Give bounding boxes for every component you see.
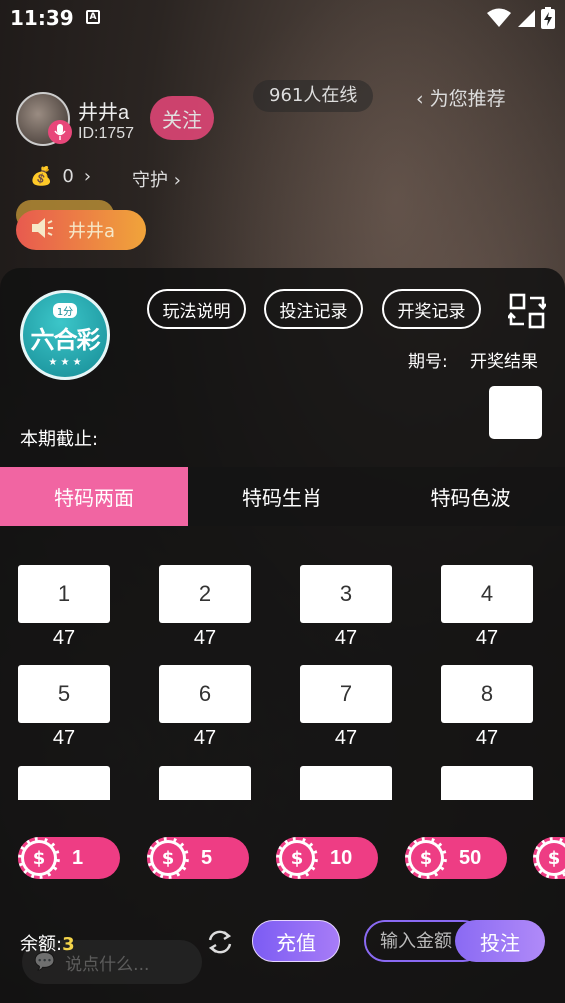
notification-icon: A [86, 10, 100, 24]
chip-value: 1 [72, 846, 84, 869]
bet-history-button[interactable]: 投注记录 [264, 289, 363, 329]
number-cell[interactable]: 3 47 [300, 565, 392, 650]
number-box[interactable]: 8 [441, 665, 533, 723]
chevron-right-icon: › [173, 170, 181, 191]
rules-button[interactable]: 玩法说明 [147, 289, 246, 329]
number-box[interactable]: 9 [18, 766, 110, 800]
balance-label: 余额: [20, 934, 63, 955]
deadline-label: 本期截止: [20, 429, 99, 450]
tab-special-color-wave[interactable]: 特码色波 [376, 467, 565, 526]
odds-label: 47 [475, 727, 499, 749]
switch-icon[interactable] [508, 292, 546, 330]
speaker-icon [30, 217, 58, 244]
guard-button[interactable]: 守护 › [132, 166, 181, 192]
number-box[interactable]: 3 [300, 565, 392, 623]
number-cell[interactable]: 4 47 [441, 565, 533, 650]
chip-1[interactable]: $ 1 [18, 837, 120, 879]
number-box[interactable]: 1 [18, 565, 110, 623]
online-count: 961人在线 [253, 80, 374, 112]
status-bar: 11:39 A [0, 0, 565, 36]
result-label: 开奖结果 [470, 352, 538, 372]
draw-history-button[interactable]: 开奖记录 [382, 289, 481, 329]
recharge-button[interactable]: 充值 [252, 920, 340, 962]
mic-icon [48, 120, 72, 144]
number-cell[interactable]: 2 47 [159, 565, 251, 650]
logo-badge: 1分 [52, 302, 78, 318]
speaker-pill[interactable]: 井井a [16, 210, 146, 250]
bet-bar: 余额:3 充值 投注 [0, 918, 565, 968]
lottery-logo: 1分 六合彩 ★ ★ ★ [20, 290, 110, 380]
chip-value: 50 [459, 846, 482, 869]
number-cell[interactable]: 12 [441, 766, 533, 800]
number-box[interactable]: 5 [18, 665, 110, 723]
follow-button[interactable]: 关注 [150, 96, 214, 140]
odds-label: 47 [52, 627, 76, 649]
result-box [489, 386, 542, 439]
host-id: ID:1757 [78, 124, 135, 142]
chip-value: 10 [330, 846, 353, 869]
number-box[interactable]: 12 [441, 766, 533, 800]
chevron-left-icon: ‹ [416, 88, 430, 110]
number-box[interactable]: 7 [300, 665, 392, 723]
chip-5[interactable]: $ 5 [147, 837, 249, 879]
host-name: 井井a [78, 101, 130, 124]
chevron-right-icon: › [83, 166, 92, 187]
chip-50[interactable]: $ 50 [405, 837, 507, 879]
battery-icon [541, 7, 555, 29]
bet-type-tabs: 特码两面 特码生肖 特码色波 [0, 467, 565, 526]
refresh-icon[interactable] [206, 928, 234, 956]
number-cell[interactable]: 5 47 [18, 665, 110, 750]
number-cell[interactable]: 8 47 [441, 665, 533, 750]
bet-button[interactable]: 投注 [455, 920, 545, 962]
recommend-label: 为您推荐 [429, 88, 506, 110]
status-icons [487, 7, 555, 29]
coin-icon: $ [405, 837, 447, 879]
guard-label: 守护 [132, 170, 168, 191]
recommend-button[interactable]: ‹ 为您推荐 [416, 84, 506, 111]
balance: 余额:3 [20, 930, 75, 956]
number-box[interactable]: 4 [441, 565, 533, 623]
signal-icon [518, 10, 535, 27]
odds-label: 47 [475, 627, 499, 649]
number-cell[interactable]: 10 [159, 766, 251, 800]
host-avatar[interactable] [16, 92, 72, 146]
odds-label: 47 [193, 727, 217, 749]
issue-label: 期号: [408, 352, 448, 372]
coin-count: 0 [62, 166, 74, 187]
number-box[interactable]: 10 [159, 766, 251, 800]
host-info[interactable]: 井井a ID:1757 [16, 92, 134, 146]
number-box[interactable]: 6 [159, 665, 251, 723]
number-box[interactable]: 11 [300, 766, 392, 800]
number-cell[interactable]: 7 47 [300, 665, 392, 750]
number-cell[interactable]: 6 47 [159, 665, 251, 750]
coin-icon: $ [147, 837, 189, 879]
coin-icon: $ [18, 837, 60, 879]
coin-icon: $ [533, 837, 565, 879]
number-grid: 147 247 347 447 547 647 747 847 9 10 11 … [0, 545, 565, 800]
odds-label: 47 [334, 627, 358, 649]
wifi-icon [487, 8, 511, 27]
chip-value: 5 [201, 846, 213, 869]
logo-text: 六合彩 [30, 325, 101, 354]
odds-label: 47 [193, 627, 217, 649]
balance-value: 3 [62, 934, 75, 955]
number-cell[interactable]: 1 47 [18, 565, 110, 650]
chip-selector: $ 1 $ 5 $ 10 $ 50 $ [0, 837, 565, 881]
speaker-name: 井井a [68, 221, 116, 242]
coin-icon: $ [276, 837, 318, 879]
money-bag-icon: 💰 [30, 166, 53, 187]
coin-count-button[interactable]: 💰 0 › [30, 166, 91, 187]
tab-special-two-sides[interactable]: 特码两面 [0, 467, 188, 526]
chip-10[interactable]: $ 10 [276, 837, 378, 879]
number-cell[interactable]: 11 [300, 766, 392, 800]
stars-icon: ★ ★ ★ [48, 356, 82, 368]
number-box[interactable]: 2 [159, 565, 251, 623]
odds-label: 47 [52, 727, 76, 749]
tab-special-zodiac[interactable]: 特码生肖 [188, 467, 376, 526]
status-time: 11:39 [10, 6, 74, 30]
number-cell[interactable]: 9 [18, 766, 110, 800]
chip-more[interactable]: $ [533, 837, 565, 879]
odds-label: 47 [334, 727, 358, 749]
